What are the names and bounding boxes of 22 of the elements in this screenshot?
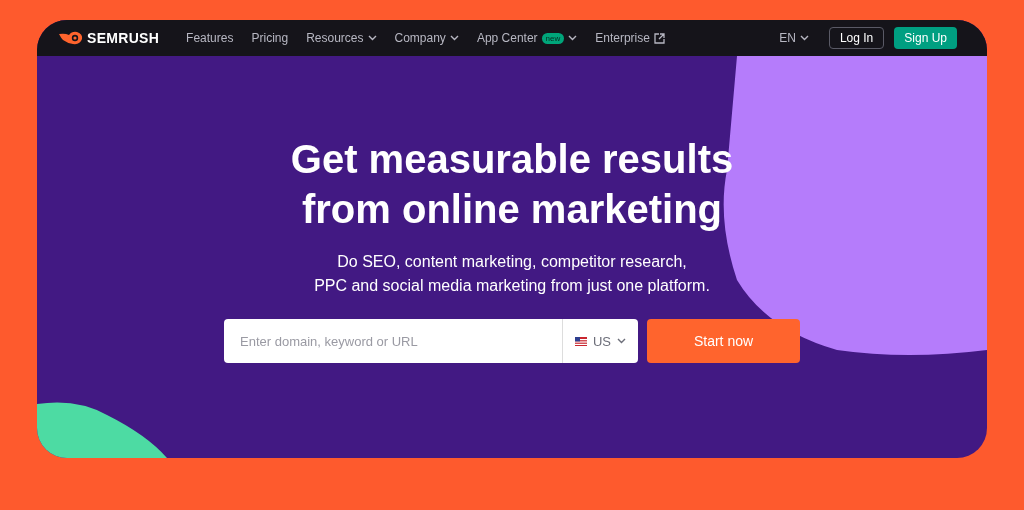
nav-link[interactable]: Company — [387, 31, 466, 45]
flag-icon — [574, 336, 587, 346]
chevron-icon — [568, 35, 578, 41]
external-link-icon — [653, 32, 665, 44]
search-field[interactable]: Enter domain, keyword or URL US — [224, 319, 638, 363]
country-selector[interactable]: US — [561, 319, 638, 363]
nav-link[interactable]: Pricing — [244, 31, 296, 45]
chevron-icon — [617, 338, 626, 344]
language-selector[interactable]: EN — [779, 31, 809, 45]
chevron-icon — [449, 35, 459, 41]
login-button[interactable]: Log In — [828, 27, 885, 49]
nav-link[interactable]: Enterprise — [588, 31, 672, 45]
nav-link[interactable]: Features — [179, 31, 241, 45]
nav-link[interactable]: App Center new — [469, 31, 585, 45]
nav-link[interactable]: Resources — [299, 31, 384, 45]
brand-name: SEMRUSH — [87, 30, 160, 46]
new-badge: new — [541, 32, 565, 44]
hero-title: Get measurable results from online marketing — [290, 136, 734, 233]
chevron-icon — [367, 35, 377, 41]
logo-icon — [59, 31, 83, 45]
chevron-icon — [799, 35, 809, 41]
hero-subtitle: Do SEO, content marketing, competitor research, PPC and social media marketing from just one platform. — [314, 252, 710, 296]
